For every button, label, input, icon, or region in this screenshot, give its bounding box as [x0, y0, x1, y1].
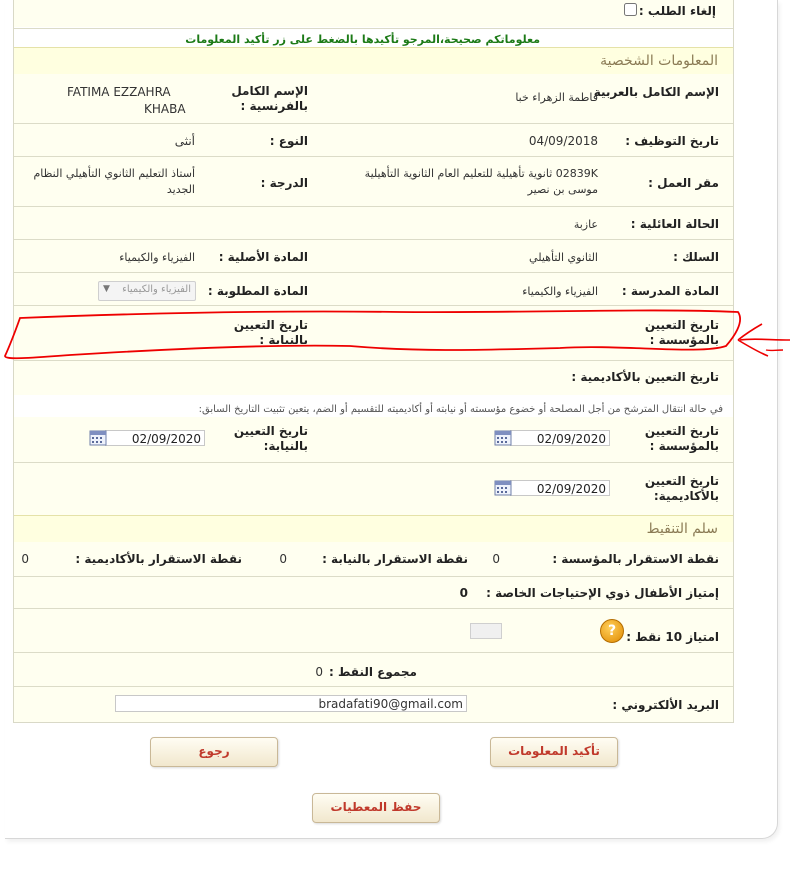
- gender-label: النوع :: [269, 134, 308, 148]
- separator: [14, 462, 733, 463]
- name-fr-line: FATIMA EZZAHRA: [67, 85, 171, 99]
- workplace-label: مقر العمل :: [648, 176, 719, 190]
- email-input[interactable]: bradafati90@gmail.com: [115, 695, 467, 712]
- separator: [14, 608, 733, 609]
- separator: [14, 123, 733, 124]
- personal-info-header: المعلومات الشخصية: [14, 47, 733, 75]
- label-line: بالأكاديمية:: [653, 489, 719, 503]
- grade-label: الدرجة :: [260, 176, 308, 190]
- original-subject-label: المادة الأصلية :: [218, 250, 308, 264]
- stability-academy-label: نقطة الاستقرار بالأكاديمية :: [75, 552, 242, 566]
- separator: [14, 206, 733, 207]
- name-fr-label-line: بالفرنسية :: [240, 99, 309, 113]
- grade-value: أستاذ التعليم الثانوي التأهيلي النظام الج…: [34, 166, 196, 198]
- separator: [14, 239, 733, 240]
- label-line: تاريخ التعيين: [644, 474, 719, 488]
- prior-academy-date-input[interactable]: 02/09/2020: [510, 480, 610, 496]
- name-fr-line: KHABA: [144, 102, 186, 116]
- appointment-academy-label: تاريخ التعيين بالأكاديمية :: [571, 370, 719, 384]
- special-needs-value: 0: [459, 586, 468, 600]
- email-label: البريد الألكتروني :: [612, 698, 719, 712]
- workplace-line: 02839K ثانوية تأهيلية للتعليم العام الثا…: [364, 167, 598, 180]
- requested-subject-select[interactable]: ▼ الفيزياء والكيمياء: [98, 281, 196, 301]
- back-button[interactable]: رجوع: [150, 737, 278, 767]
- stability-province-label: نقطة الاستقرار بالنيابة :: [322, 552, 468, 566]
- calendar-icon[interactable]: [494, 480, 512, 496]
- name-ar-label: الإسم الكامل بالعربية: [593, 85, 719, 99]
- grade-line: أستاذ التعليم الثانوي التأهيلي النظام: [33, 167, 196, 180]
- prior-institution-date-input[interactable]: 02/09/2020: [510, 430, 610, 446]
- requested-subject-label: المادة المطلوبة :: [207, 284, 308, 298]
- prior-institution-label: تاريخ التعيين بالمؤسسة :: [645, 424, 719, 454]
- select-value: الفيزياء والكيمياء: [122, 284, 191, 295]
- name-fr-label-line: الإسم الكامل: [231, 84, 308, 98]
- label-line: تاريخ التعيين: [644, 424, 719, 438]
- name-ar-value: فاطمة الزهراء خبا: [515, 91, 598, 104]
- separator: [14, 272, 733, 273]
- scoring-header: سلم التنقيط: [14, 515, 733, 543]
- prior-academy-label: تاريخ التعيين بالأكاديمية:: [645, 474, 719, 504]
- hire-date-label: تاريخ التوظيف :: [625, 134, 719, 148]
- grade-line: الجديد: [166, 183, 195, 196]
- select-arrow-icon: ▼: [103, 284, 110, 294]
- stability-institution-label: نقطة الاستقرار بالمؤسسة :: [552, 552, 719, 566]
- calendar-icon[interactable]: [89, 430, 107, 446]
- workplace-value: 02839K ثانوية تأهيلية للتعليم العام الثا…: [365, 166, 598, 198]
- separator: [14, 28, 733, 29]
- marital-status-label: الحالة العائلية :: [630, 217, 719, 231]
- stability-province-value: 0: [279, 552, 287, 566]
- special-needs-label: إمتياز الأطفال ذوي الإحتياجات الخاصة :: [486, 586, 719, 600]
- info-notice: معلوماتكم صحيحة،المرجو تأكيدها بالضغط عل…: [185, 33, 540, 46]
- calendar-icon[interactable]: [494, 430, 512, 446]
- marital-status-value: عازبة: [573, 218, 598, 231]
- corps-value: الثانوي التأهيلي: [529, 251, 598, 264]
- section-title: سلم التنقيط: [646, 521, 718, 537]
- name-fr-value: FATIMA EZZAHRA KHABA: [67, 84, 186, 118]
- red-annotation-circle: [4, 309, 791, 360]
- stability-institution-value: 0: [492, 552, 500, 566]
- name-fr-label: الإسم الكامل بالفرنسية :: [231, 84, 308, 114]
- separator: [14, 686, 733, 687]
- cancel-request-checkbox[interactable]: [624, 3, 637, 16]
- workplace-line: موسى بن نصير: [527, 183, 598, 196]
- taught-subject-label: المادة المدرسة :: [621, 284, 719, 298]
- label-line: تاريخ التعيين: [233, 424, 308, 438]
- save-data-button[interactable]: حفظ المعطيات: [312, 793, 440, 823]
- total-points-label: مجموع النقط :: [328, 665, 417, 679]
- corps-label: السلك :: [673, 250, 719, 264]
- label-line: بالمؤسسة :: [649, 439, 719, 453]
- gender-value: أنثى: [174, 134, 195, 148]
- prior-province-date-input[interactable]: 02/09/2020: [105, 430, 205, 446]
- original-subject-value: الفيزياء والكيمياء: [119, 251, 195, 264]
- cancel-request-label: إلغاء الطلب :: [638, 4, 716, 18]
- confirm-info-button[interactable]: تأكيد المعلومات: [490, 737, 618, 767]
- separator: [14, 652, 733, 653]
- total-points-value: 0: [315, 665, 323, 679]
- section-title: المعلومات الشخصية: [600, 53, 718, 69]
- hire-date-value: 04/09/2018: [528, 134, 598, 148]
- bonus-10-label: امتياز 10 نقط :: [626, 630, 719, 644]
- separator: [14, 576, 733, 577]
- transfer-note: في حالة انتقال المترشح من أجل المصلحة أو…: [198, 404, 723, 415]
- help-icon[interactable]: ?: [600, 619, 624, 643]
- stability-academy-value: 0: [21, 552, 29, 566]
- label-line: بالنيابة:: [263, 439, 308, 453]
- bonus-10-input[interactable]: [470, 623, 502, 639]
- taught-subject-value: الفيزياء والكيمياء: [522, 285, 598, 298]
- prior-province-label: تاريخ التعيين بالنيابة:: [234, 424, 308, 454]
- separator: [14, 156, 733, 157]
